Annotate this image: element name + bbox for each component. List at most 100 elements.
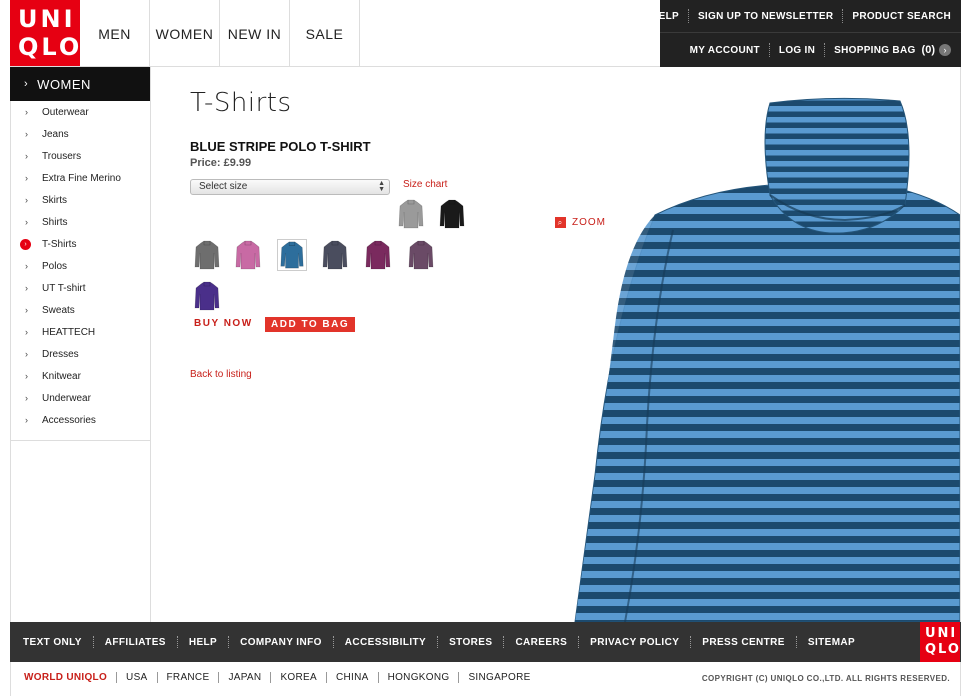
sidebar-list: › Outerwear › Jeans › Trousers › Extra Fine Mer…: [10, 101, 150, 441]
sidebar-item-label: Underwear: [42, 392, 91, 404]
divider: [503, 636, 505, 648]
sidebar-item-ut-t-shirt[interactable]: › UT T-shirt: [10, 277, 150, 299]
divider: [228, 636, 230, 648]
world-uniqlo-title[interactable]: WORLD UNIQLO: [24, 672, 107, 683]
color-swatch-purple[interactable]: [192, 280, 222, 312]
sidebar-item-skirts[interactable]: › Skirts: [10, 189, 150, 211]
sidebar-item-accessories[interactable]: › Accessories: [10, 409, 150, 431]
sidebar-item-shirts[interactable]: › Shirts: [10, 211, 150, 233]
nav-men[interactable]: MEN: [80, 0, 150, 67]
footer-link-text-only[interactable]: TEXT ONLY: [23, 637, 82, 648]
sidebar-item-outerwear[interactable]: › Outerwear: [10, 101, 150, 123]
shirt-icon: [365, 240, 391, 270]
sidebar-item-label: Skirts: [42, 194, 67, 206]
divider: [218, 672, 220, 683]
footer-link-help[interactable]: HELP: [189, 637, 217, 648]
shirt-icon: [439, 199, 465, 229]
active-dot-icon: ›: [20, 238, 31, 250]
country-link-hongkong[interactable]: HONGKONG: [388, 672, 450, 683]
nav-women[interactable]: WOMEN: [150, 0, 220, 67]
color-swatch-black[interactable]: [437, 198, 467, 230]
sidebar-item-t-shirts[interactable]: › T-Shirts: [10, 233, 150, 255]
footer-link-privacy-policy[interactable]: PRIVACY POLICY: [590, 637, 679, 648]
footer-uniqlo-logo[interactable]: UNI QLO: [920, 622, 960, 662]
sidebar-title-label: WOMEN: [37, 76, 91, 92]
chevron-right-icon: ›: [25, 151, 28, 161]
nav-new-in[interactable]: NEW IN: [220, 0, 290, 67]
color-swatch-plum[interactable]: [363, 239, 393, 271]
color-swatch-charcoal[interactable]: [192, 239, 222, 271]
shirt-icon: [280, 241, 304, 269]
sidebar-item-extra-fine-merino[interactable]: › Extra Fine Merino: [10, 167, 150, 189]
sidebar-item-label: Accessories: [42, 414, 96, 426]
color-swatch-mauve[interactable]: [406, 239, 436, 271]
shirt-icon: [408, 240, 434, 270]
footer-link-press-centre[interactable]: PRESS CENTRE: [702, 637, 785, 648]
footer-bar: TEXT ONLY AFFILIATES HELP COMPANY INFO ACCES…: [10, 622, 961, 662]
sidebar-item-sweats[interactable]: › Sweats: [10, 299, 150, 321]
footer-link-stores[interactable]: STORES: [449, 637, 492, 648]
color-swatch-blue[interactable]: [277, 239, 307, 271]
footer-logo-line-2: QLO: [925, 642, 961, 657]
back-to-listing-link[interactable]: Back to listing: [190, 369, 252, 380]
category-sidebar: › WOMEN › Outerwear › Jeans › Trousers › Extra …: [10, 67, 151, 622]
sidebar-item-label: T-Shirts: [42, 238, 77, 250]
bag-arrow-icon[interactable]: ›: [939, 44, 951, 56]
size-chart-link[interactable]: Size chart: [403, 179, 447, 190]
country-link-france[interactable]: FRANCE: [167, 672, 210, 683]
country-link-singapore[interactable]: SINGAPORE: [468, 672, 530, 683]
sidebar-title[interactable]: › WOMEN: [10, 67, 150, 101]
my-account-link[interactable]: MY ACCOUNT: [690, 45, 760, 56]
chevron-right-icon: ›: [25, 283, 28, 293]
help-link[interactable]: HELP: [651, 11, 679, 22]
country-link-japan[interactable]: JAPAN: [228, 672, 261, 683]
sidebar-item-jeans[interactable]: › Jeans: [10, 123, 150, 145]
sidebar-item-trousers[interactable]: › Trousers: [10, 145, 150, 167]
uniqlo-logo[interactable]: UNI QLO: [10, 0, 80, 67]
log-in-link[interactable]: LOG IN: [779, 45, 815, 56]
sidebar-item-label: Shirts: [42, 216, 68, 228]
size-select[interactable]: Select size ▲ ▼: [190, 179, 390, 195]
footer-link-affiliates[interactable]: AFFILIATES: [105, 637, 166, 648]
striped-turtleneck-image: [574, 97, 961, 623]
divider: [824, 43, 826, 57]
divider: [156, 672, 158, 683]
product-search-link[interactable]: PRODUCT SEARCH: [852, 11, 951, 22]
bag-count: (0): [921, 44, 935, 56]
chevron-right-icon: ›: [25, 415, 28, 425]
chevron-right-icon: ›: [25, 195, 28, 205]
divider: [116, 672, 118, 683]
color-swatch-navy-grey[interactable]: [320, 239, 350, 271]
footer-link-careers[interactable]: CAREERS: [515, 637, 567, 648]
footer-links: TEXT ONLY AFFILIATES HELP COMPANY INFO ACCES…: [23, 622, 855, 662]
divider: [795, 636, 797, 648]
divider: [377, 672, 379, 683]
sidebar-item-knitwear[interactable]: › Knitwear: [10, 365, 150, 387]
divider: [270, 672, 272, 683]
color-swatch-pink[interactable]: [233, 239, 263, 271]
footer-logo-line-1: UNI: [925, 626, 958, 641]
copyright-text: COPYRIGHT (C) UNIQLO CO.,LTD. ALL RIGHTS…: [701, 674, 950, 683]
buy-now-button[interactable]: BUY NOW: [194, 318, 253, 329]
utility-bottom-row: MY ACCOUNT LOG IN SHOPPING BAG (0) ›: [690, 33, 951, 67]
utility-bar: HELP SIGN UP TO NEWSLETTER PRODUCT SEARC…: [651, 0, 961, 67]
shopping-bag-link[interactable]: SHOPPING BAG: [834, 45, 915, 56]
nav-sale[interactable]: SALE: [290, 0, 360, 67]
country-link-usa[interactable]: USA: [126, 672, 147, 683]
color-swatch-grey-stripe[interactable]: [396, 198, 426, 230]
logo-line-1: UNI: [18, 5, 76, 33]
country-link-china[interactable]: CHINA: [336, 672, 369, 683]
sidebar-item-label: Knitwear: [42, 370, 81, 382]
sidebar-item-underwear[interactable]: › Underwear: [10, 387, 150, 409]
sidebar-item-heattech[interactable]: › HEATTECH: [10, 321, 150, 343]
utility-top-row: HELP SIGN UP TO NEWSLETTER PRODUCT SEARC…: [651, 0, 951, 32]
newsletter-link[interactable]: SIGN UP TO NEWSLETTER: [698, 11, 833, 22]
sidebar-item-dresses[interactable]: › Dresses: [10, 343, 150, 365]
sidebar-item-polos[interactable]: › Polos: [10, 255, 150, 277]
footer-link-company-info[interactable]: COMPANY INFO: [240, 637, 322, 648]
footer-link-accessibility[interactable]: ACCESSIBILITY: [345, 637, 426, 648]
country-link-korea[interactable]: KOREA: [280, 672, 317, 683]
add-to-bag-button[interactable]: ADD TO BAG: [265, 317, 356, 332]
footer-link-sitemap[interactable]: SITEMAP: [808, 637, 855, 648]
sidebar-item-label: Dresses: [42, 348, 79, 360]
